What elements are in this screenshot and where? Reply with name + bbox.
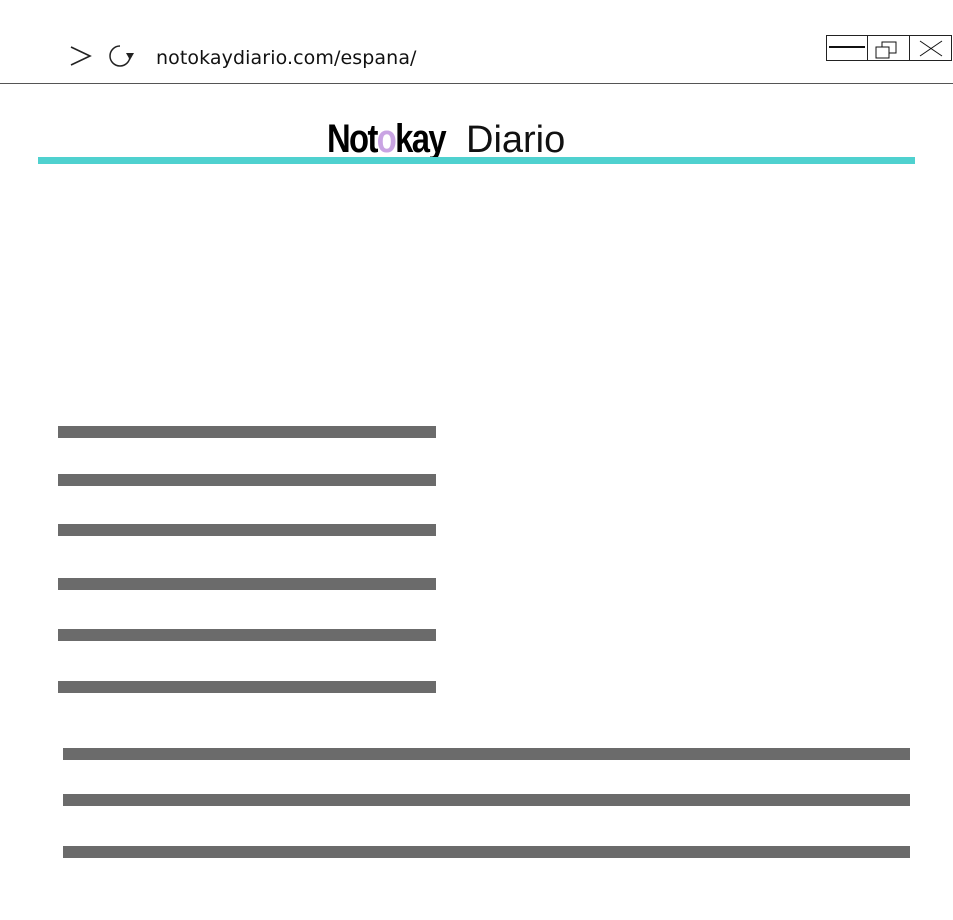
logo-part-1: Not bbox=[327, 117, 378, 161]
chevron-right-icon[interactable] bbox=[68, 40, 94, 72]
placeholder-line-wide bbox=[63, 794, 910, 806]
window-controls bbox=[826, 35, 953, 61]
restore-button[interactable] bbox=[868, 35, 910, 61]
placeholder-line bbox=[58, 426, 436, 438]
logo-part-2: kay bbox=[395, 117, 446, 161]
restore-icon bbox=[875, 41, 897, 59]
placeholder-line bbox=[58, 578, 436, 590]
minimize-button[interactable] bbox=[826, 35, 868, 61]
placeholder-line-wide bbox=[63, 846, 910, 858]
placeholder-line bbox=[58, 629, 436, 641]
browser-toolbar: notokaydiario.com/espana/ bbox=[0, 0, 953, 84]
reload-icon[interactable] bbox=[104, 41, 134, 71]
header-accent-rule bbox=[38, 157, 915, 164]
site-logo[interactable]: Notokay Diario bbox=[327, 115, 565, 163]
placeholder-line-wide bbox=[63, 748, 910, 760]
placeholder-line bbox=[58, 681, 436, 693]
logo-accent-letter: o bbox=[376, 117, 397, 161]
address-bar-url[interactable]: notokaydiario.com/espana/ bbox=[156, 45, 417, 71]
close-button[interactable] bbox=[910, 35, 952, 61]
close-icon bbox=[919, 40, 943, 57]
placeholder-line bbox=[58, 524, 436, 536]
placeholder-line bbox=[58, 474, 436, 486]
logo-wordmark: Notokay bbox=[327, 115, 447, 163]
minimize-icon bbox=[829, 46, 865, 48]
